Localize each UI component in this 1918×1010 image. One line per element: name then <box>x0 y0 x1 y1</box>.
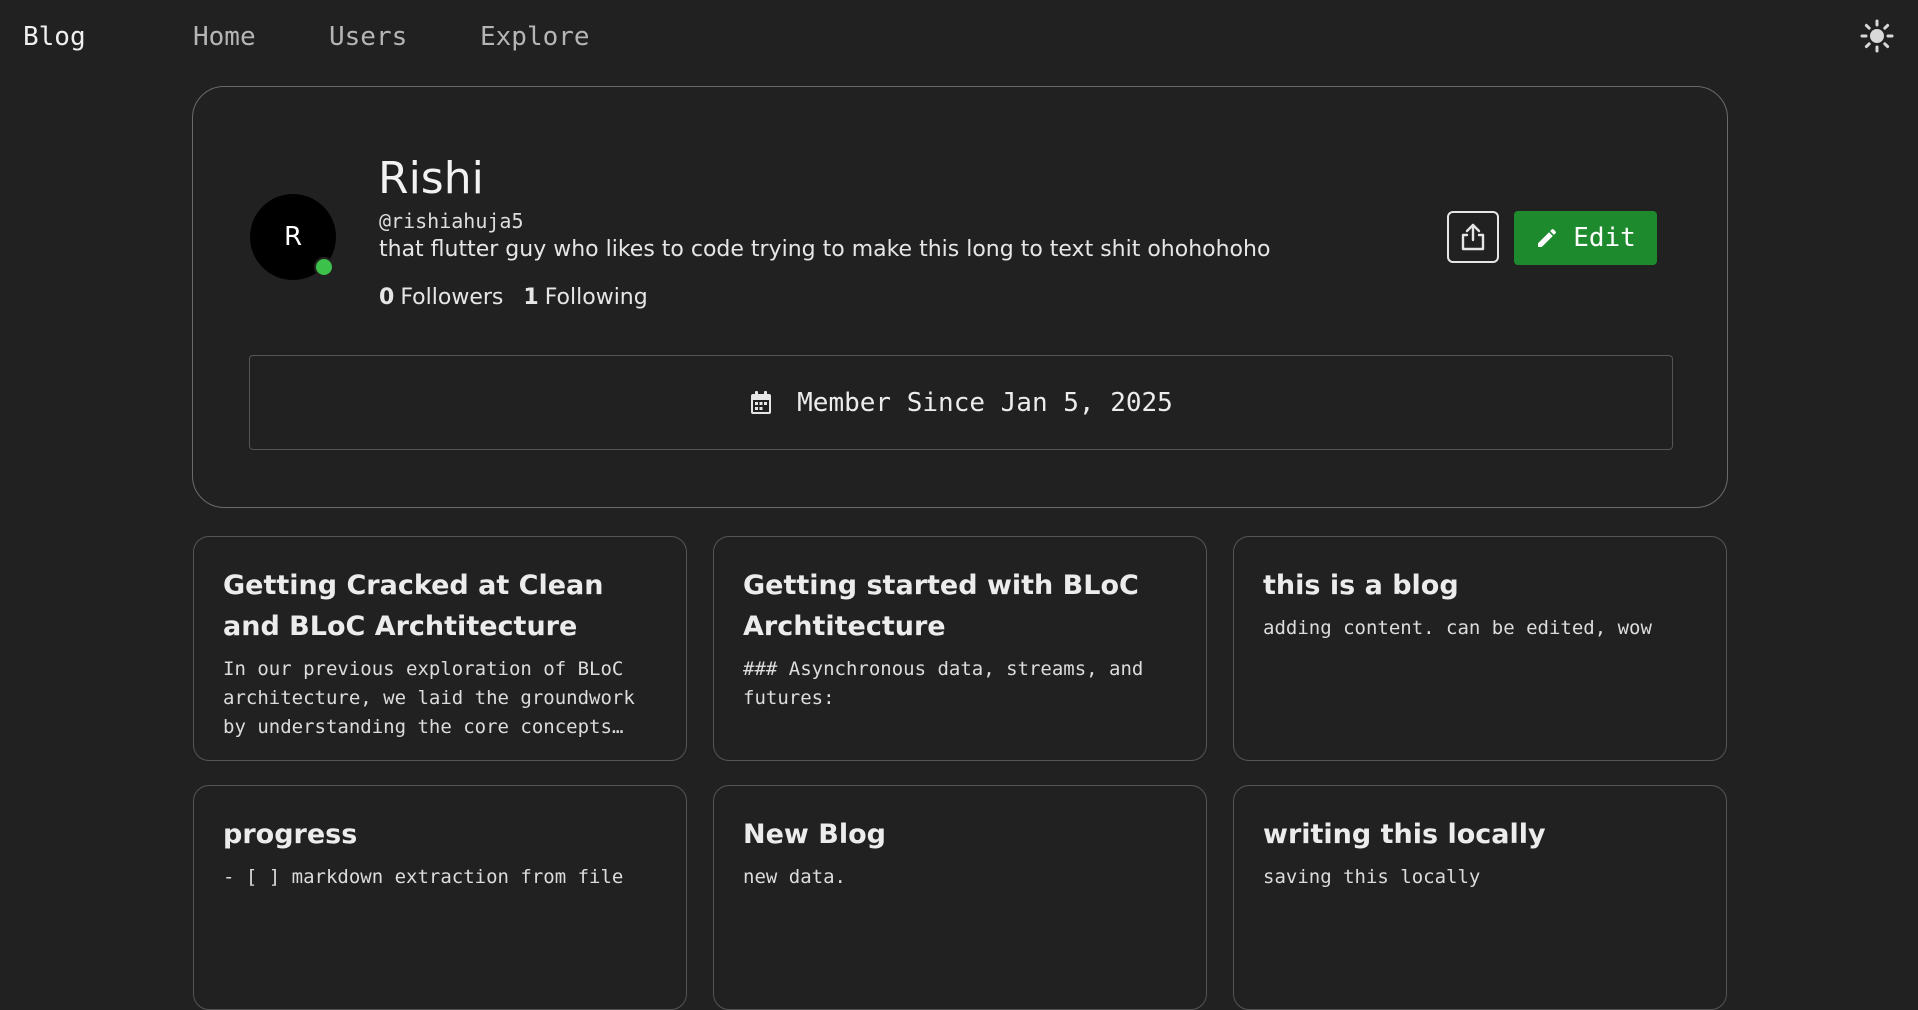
post-title: Getting started with BLoC Archtitecture <box>743 570 1139 642</box>
member-since-text: Member Since Jan 5, 2025 <box>797 387 1173 418</box>
post-excerpt: new data. <box>743 866 846 888</box>
nav-link-explore[interactable]: Explore <box>480 22 590 52</box>
following-count: 1 <box>523 285 539 310</box>
blog-post-card[interactable]: New Blog new data. <box>713 785 1207 1010</box>
share-button[interactable] <box>1447 211 1499 263</box>
post-excerpt: In our previous exploration of BLoC arch… <box>223 658 635 738</box>
followers-count: 0 <box>379 285 395 310</box>
blog-post-card[interactable]: Getting started with BLoC Archtitecture … <box>713 536 1207 761</box>
edit-button-label: Edit <box>1573 223 1636 253</box>
blog-post-card[interactable]: Getting Cracked at Clean and BLoC Archti… <box>193 536 687 761</box>
profile-bio: that flutter guy who likes to code tryin… <box>379 237 1271 262</box>
nav-link-users[interactable]: Users <box>329 22 407 52</box>
blog-post-card[interactable]: progress - [ ] markdown extraction from … <box>193 785 687 1010</box>
nav-link-home[interactable]: Home <box>193 22 256 52</box>
profile-stats: 0 Followers 1 Following <box>379 285 648 310</box>
following-label: Following <box>544 285 648 310</box>
followers-label: Followers <box>400 285 504 310</box>
post-title: progress <box>223 819 358 850</box>
profile-name: Rishi <box>378 153 484 204</box>
online-status-indicator <box>314 257 334 277</box>
post-title: New Blog <box>743 819 886 850</box>
post-excerpt: - [ ] markdown extraction from file <box>223 866 624 888</box>
calendar-icon <box>751 390 772 414</box>
following-link[interactable]: 1 Following <box>523 285 647 310</box>
post-title: this is a blog <box>1263 570 1459 601</box>
post-excerpt: ### Asynchronous data, streams, and futu… <box>743 658 1144 709</box>
blog-post-card[interactable]: this is a blog adding content. can be ed… <box>1233 536 1727 761</box>
navbar: Blog Home Users Explore <box>0 0 1918 74</box>
post-title: writing this locally <box>1263 819 1546 850</box>
edit-profile-button[interactable]: Edit <box>1514 211 1657 265</box>
post-title: Getting Cracked at Clean and BLoC Archti… <box>223 570 604 642</box>
share-icon <box>1461 223 1485 251</box>
avatar-initial: R <box>283 222 303 252</box>
followers-link[interactable]: 0 Followers <box>379 285 503 310</box>
blog-post-card[interactable]: writing this locally saving this locally <box>1233 785 1727 1010</box>
post-excerpt: saving this locally <box>1263 866 1481 888</box>
pencil-icon <box>1538 228 1557 247</box>
member-since-box: Member Since Jan 5, 2025 <box>249 355 1673 450</box>
profile-handle: @rishiahuja5 <box>379 209 524 233</box>
brand-logo[interactable]: Blog <box>23 22 86 52</box>
profile-card: R Rishi @rishiahuja5 that flutter guy wh… <box>192 86 1728 508</box>
sun-icon[interactable] <box>1860 19 1894 53</box>
post-excerpt: adding content. can be edited, wow <box>1263 617 1652 639</box>
